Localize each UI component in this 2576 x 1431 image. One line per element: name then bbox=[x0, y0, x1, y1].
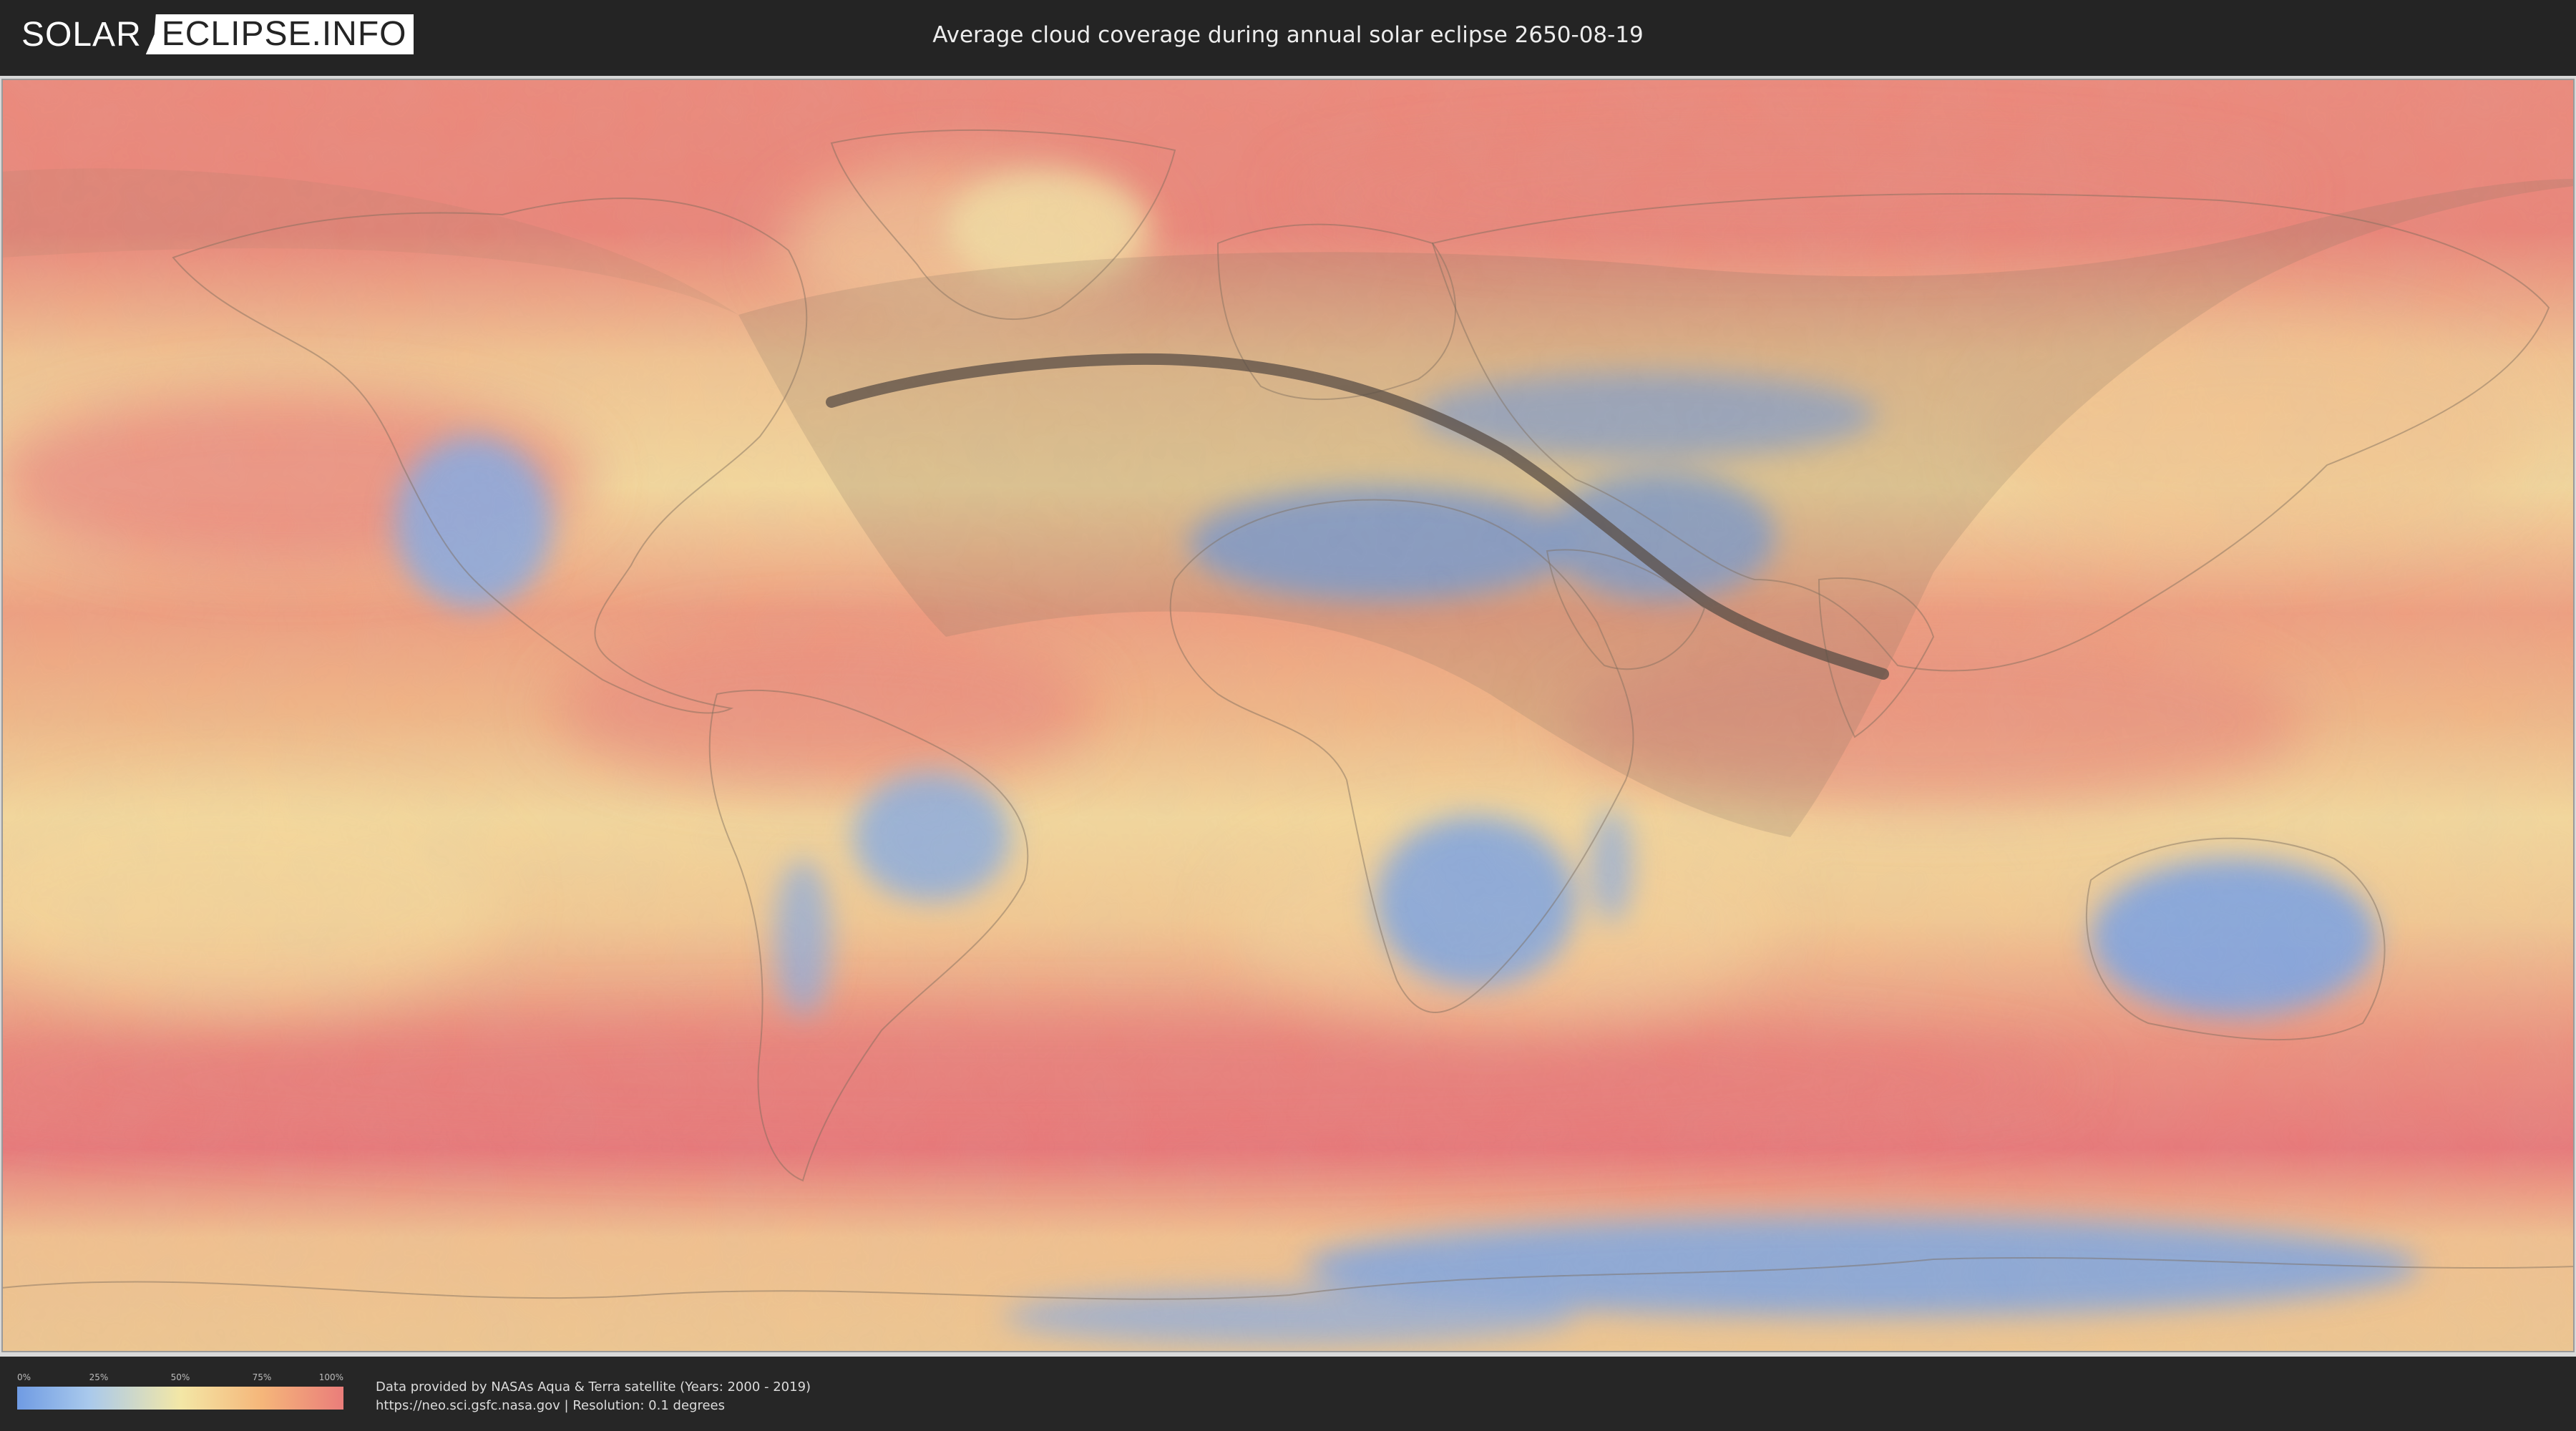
credits-source: Data provided by NASAs Aqua & Terra sate… bbox=[376, 1379, 811, 1395]
cloud-coverage-map bbox=[1, 79, 2575, 1352]
legend-tick: 25% bbox=[89, 1372, 109, 1382]
legend-ticks: 0% 25% 50% 75% 100% bbox=[17, 1372, 343, 1384]
legend-tick: 50% bbox=[170, 1372, 190, 1382]
credits-url[interactable]: https://neo.sci.gsfc.nasa.gov | Resoluti… bbox=[376, 1397, 811, 1415]
header-bar: SOLAR ECLIPSE.INFO Average cloud coverag… bbox=[0, 0, 2576, 70]
data-credits: Data provided by NASAs Aqua & Terra sate… bbox=[376, 1378, 811, 1415]
legend-tick: 100% bbox=[318, 1372, 343, 1382]
cloud-coverage-legend: 0% 25% 50% 75% 100% bbox=[17, 1372, 343, 1410]
map-frame bbox=[0, 76, 2576, 1357]
legend-color-bar bbox=[17, 1387, 343, 1410]
footer-bar: 0% 25% 50% 75% 100% Data provided by NAS… bbox=[0, 1357, 2576, 1431]
page-title: Average cloud coverage during annual sol… bbox=[932, 22, 1644, 48]
legend-tick: 75% bbox=[252, 1372, 272, 1382]
legend-tick: 0% bbox=[17, 1372, 31, 1382]
